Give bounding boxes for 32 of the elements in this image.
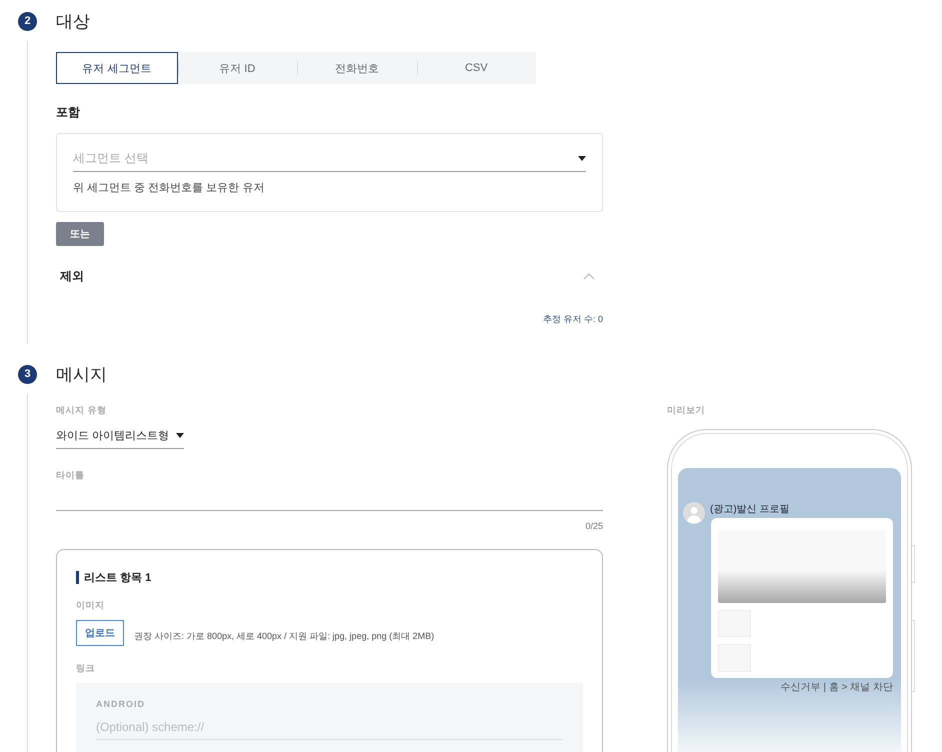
android-label: ANDROID bbox=[96, 699, 146, 709]
tab[interactable]: CSV bbox=[416, 52, 536, 84]
preview-label: 미리보기 bbox=[667, 404, 706, 417]
message-type-select[interactable]: 와이드 아이템리스트형 bbox=[56, 422, 184, 449]
link-label: 링크 bbox=[76, 662, 96, 675]
exclude-label: 제외 bbox=[60, 268, 84, 285]
title-label: 타이틀 bbox=[56, 469, 86, 482]
avatar-icon bbox=[683, 502, 705, 524]
image-label: 이미지 bbox=[76, 599, 106, 612]
or-button[interactable]: 또는 bbox=[56, 222, 104, 246]
character-counter: 0/25 bbox=[585, 521, 603, 531]
step-number: 3 bbox=[18, 364, 37, 384]
tab[interactable]: 유저 ID bbox=[178, 52, 297, 84]
estimated-users: 추정 유저 수: 0 bbox=[542, 313, 603, 326]
sender-name: (광고)발신 프로필 bbox=[710, 503, 790, 516]
image-hint: 권장 사이즈: 가로 800px, 세로 400px / 지원 파일: jpg, jpeg, png (최대 2MB) bbox=[134, 630, 434, 642]
list-item-heading: 리스트 항목 1 bbox=[84, 571, 152, 585]
message-type-label: 메시지 유형 bbox=[56, 404, 108, 417]
include-note: 위 세그먼트 중 전화번호를 보유한 유저 bbox=[73, 181, 266, 195]
section-title: 메시지 bbox=[56, 364, 107, 386]
caret-icon bbox=[176, 432, 184, 438]
android-link-input[interactable]: (Optional) scheme:// bbox=[96, 715, 563, 740]
caret-icon bbox=[578, 156, 586, 161]
tab[interactable]: 유저 세그먼트 bbox=[56, 52, 178, 84]
include-label: 포함 bbox=[56, 104, 81, 121]
step-number: 2 bbox=[18, 12, 37, 30]
tab[interactable]: 전화번호 bbox=[297, 52, 416, 84]
unsubscribe-note: 수신거부 | 홈 > 채널 차단 bbox=[780, 681, 893, 694]
chevron-icon[interactable] bbox=[583, 273, 595, 280]
section-title: 대상 bbox=[56, 10, 90, 32]
upload-button[interactable]: 업로드 bbox=[76, 620, 124, 646]
heading-bar bbox=[76, 571, 79, 584]
